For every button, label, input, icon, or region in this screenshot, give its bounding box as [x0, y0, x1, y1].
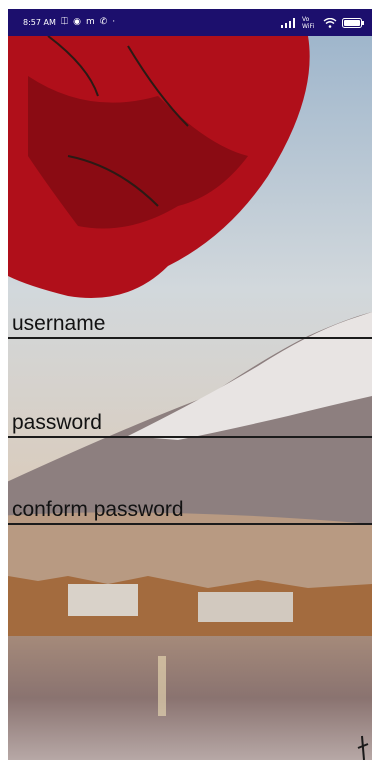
carrier-label: Vo WiFi [302, 15, 315, 30]
status-bar-right: Vo WiFi [281, 16, 364, 30]
status-time: 8:57 AM [23, 18, 56, 27]
signal-icon [281, 17, 295, 28]
confirm-password-label: conform password [12, 498, 184, 521]
confirm-password-underline [8, 523, 372, 525]
phone-icon: ✆ [99, 17, 108, 27]
password-label: password [12, 411, 102, 434]
confirm-password-field[interactable]: conform password [8, 485, 372, 525]
username-field[interactable]: username [8, 299, 372, 339]
mail-icon: m [85, 17, 95, 27]
password-field[interactable]: password [8, 398, 372, 438]
wifi-icon [323, 17, 337, 28]
status-bar: 8:57 AM ⎅ ◉ m ✆ · Vo WiFi [8, 9, 372, 36]
password-underline [8, 436, 372, 438]
battery-icon [342, 17, 364, 28]
dot-icon: · [112, 17, 116, 27]
status-bar-left: 8:57 AM ⎅ ◉ m ✆ · [23, 17, 116, 28]
app-frame: 8:57 AM ⎅ ◉ m ✆ · Vo WiFi username passw… [0, 0, 372, 760]
alarm-icon: ⎅ [60, 17, 69, 27]
username-underline [8, 337, 372, 339]
username-label: username [12, 312, 106, 335]
chrome-icon: ◉ [73, 17, 81, 27]
phone-screen: 8:57 AM ⎅ ◉ m ✆ · Vo WiFi username passw… [8, 9, 372, 760]
